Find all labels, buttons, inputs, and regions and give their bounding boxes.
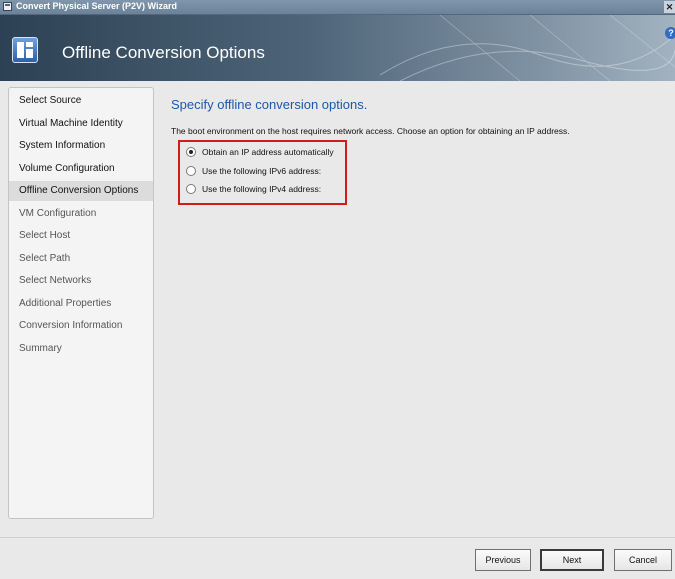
footer-divider (0, 537, 675, 538)
wizard-nav: Select Source Virtual Machine Identity S… (8, 87, 154, 519)
nav-item-summary[interactable]: Summary (9, 339, 153, 359)
radio-button[interactable] (186, 165, 196, 176)
section-heading: Specify offline conversion options. (171, 97, 368, 112)
nav-item-select-networks[interactable]: Select Networks (9, 271, 153, 291)
nav-item-offline-conversion-options[interactable]: Offline Conversion Options (9, 181, 153, 201)
option-label: Use the following IPv4 address: (202, 184, 322, 194)
option-label: Obtain an IP address automatically (202, 147, 334, 157)
page-title: Offline Conversion Options (62, 43, 265, 62)
radio-button-checked[interactable] (186, 146, 196, 157)
window-title: Convert Physical Server (P2V) Wizard (16, 1, 177, 11)
title-bar: Convert Physical Server (P2V) Wizard ✕ (0, 0, 675, 15)
nav-item-select-path[interactable]: Select Path (9, 249, 153, 269)
nav-item-conversion-information[interactable]: Conversion Information (9, 316, 153, 336)
previous-button[interactable]: Previous (475, 549, 531, 571)
nav-item-select-host[interactable]: Select Host (9, 226, 153, 246)
nav-item-volume-configuration[interactable]: Volume Configuration (9, 159, 153, 179)
next-button[interactable]: Next (540, 549, 604, 571)
option-use-ipv4-address[interactable]: Use the following IPv4 address: (186, 182, 321, 196)
header-banner: Offline Conversion Options (0, 15, 675, 81)
option-use-ipv6-address[interactable]: Use the following IPv6 address: (186, 164, 321, 178)
nav-item-vm-configuration[interactable]: VM Configuration (9, 204, 153, 224)
banner-decoration (380, 15, 675, 81)
section-description: The boot environment on the host require… (171, 126, 570, 136)
nav-item-system-information[interactable]: System Information (9, 136, 153, 156)
nav-item-select-source[interactable]: Select Source (9, 91, 153, 111)
nav-item-additional-properties[interactable]: Additional Properties (9, 294, 153, 314)
help-icon[interactable]: ? (665, 27, 675, 39)
cancel-button[interactable]: Cancel (614, 549, 672, 571)
wizard-icon (12, 37, 38, 63)
option-label: Use the following IPv6 address: (202, 166, 322, 176)
radio-button[interactable] (186, 183, 196, 194)
close-button[interactable]: ✕ (664, 1, 675, 13)
window-icon (3, 2, 12, 11)
nav-item-virtual-machine-identity[interactable]: Virtual Machine Identity (9, 114, 153, 134)
option-obtain-ip-automatically[interactable]: Obtain an IP address automatically (186, 145, 334, 159)
